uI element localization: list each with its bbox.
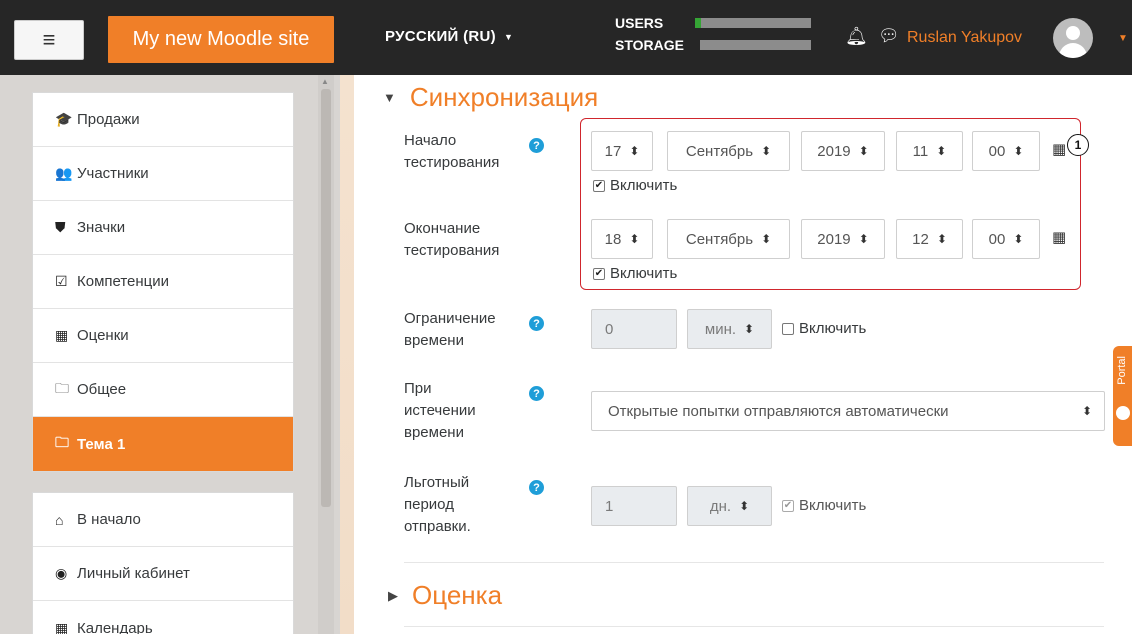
sidebar-item[interactable]: ☑ Компетенции [33, 255, 293, 309]
checkbox-checked-icon[interactable]: ✔ [782, 499, 794, 512]
input-value: 0 [605, 320, 614, 338]
sidebar-item-label: Продажи [77, 111, 140, 128]
sort-arrows-icon: ⬍ [1081, 404, 1092, 418]
section-timing-header[interactable]: ▼ Синхронизация [383, 82, 598, 113]
caret-down-icon: ▼ [383, 90, 396, 105]
time-expire-label: При истечении времени [404, 380, 476, 441]
user-name[interactable]: Ruslan Yakupov [907, 29, 1022, 47]
sidebar-item[interactable]: ⌂ В начало [33, 493, 293, 547]
time-limit-label: Ограничение времени [404, 310, 496, 349]
hamburger-icon[interactable]: ≡ [14, 20, 84, 60]
sidebar-item[interactable]: ▦ Оценки [33, 309, 293, 363]
checkbox-unchecked-icon[interactable] [782, 322, 794, 335]
sidebar-item[interactable]: 👥 Участники [33, 147, 293, 201]
sidebar-item-label: Календарь [77, 619, 153, 634]
check-square-icon: ☑ [55, 273, 68, 289]
home-icon: ⌂ [55, 511, 64, 528]
section-divider [404, 562, 1104, 563]
caret-down-icon[interactable]: ▼ [1118, 33, 1128, 44]
grace-period-unit-select[interactable]: дн. ⬍ [687, 486, 772, 526]
drawer-scrollbar[interactable]: ▲ [318, 75, 334, 634]
section-divider [404, 626, 1104, 627]
table-icon: ▦ [55, 327, 69, 343]
sidebar-item[interactable]: ⛊ Значки [33, 201, 293, 255]
scrollbar-thumb[interactable] [321, 89, 331, 507]
select-value: Открытые попытки отправляются автоматиче… [608, 402, 949, 420]
sidebar-item-label: В начало [77, 511, 141, 528]
folder-icon: 🗀 [55, 434, 69, 450]
site-nav: ⌂ В начало ◉ Личный кабинет ▦ Календарь [32, 492, 294, 634]
callout-highlight-box [580, 118, 1081, 290]
dashboard-icon: ◉ [55, 565, 68, 581]
users-quota-fill [695, 18, 701, 28]
sidebar-item-label: Компетенции [77, 273, 170, 290]
shield-icon: ⛊ [55, 219, 66, 235]
time-limit-input[interactable]: 0 [591, 309, 677, 349]
section-grade-header[interactable]: ▶ Оценка [388, 580, 502, 611]
sidebar-item[interactable]: ◉ Личный кабинет [33, 547, 293, 601]
sidebar-item-label: Тема 1 [77, 435, 126, 453]
caret-down-icon: ▼ [503, 31, 514, 42]
chat-icon[interactable]: 💬︎ [878, 26, 900, 46]
checkbox-label: Включить [799, 497, 867, 514]
graduation-cap-icon: 🎓 [55, 111, 73, 127]
quota-labels: USERS STORAGE [615, 12, 684, 56]
portal-tab-label: Portal [1116, 356, 1128, 385]
sidebar-item-label: Значки [77, 219, 126, 236]
help-icon[interactable]: ? [529, 316, 544, 331]
section-title: Оценка [412, 580, 503, 610]
sort-arrows-icon: ⬍ [739, 499, 750, 513]
users-quota-bar [695, 18, 811, 28]
top-navbar: ≡ My new Moodle site РУССКИЙ (RU) ▼ USER… [0, 0, 1132, 75]
caret-right-icon: ▶ [388, 587, 398, 603]
language-menu[interactable]: РУССКИЙ (RU) ▼ [385, 28, 513, 45]
close-date-label: Окончание тестирования [404, 220, 500, 259]
select-value: дн. [709, 497, 732, 515]
sidebar-item-label: Общее [77, 381, 127, 398]
sidebar-item[interactable]: ▦ Календарь [33, 601, 293, 634]
time-limit-enable-checkbox[interactable]: Включить [782, 320, 866, 337]
course-nav: 🎓 Продажи 👥 Участники ⛊ Значки ☑ Компетенции ▦ Оц… [32, 92, 294, 472]
grace-period-input[interactable]: 1 [591, 486, 677, 526]
sort-arrows-icon: ⬍ [744, 322, 755, 336]
time-expire-select[interactable]: Открытые попытки отправляются автоматиче… [591, 391, 1105, 431]
help-icon[interactable]: ? [529, 138, 544, 153]
users-label: USERS [615, 15, 664, 31]
calendar-icon: ▦ [55, 619, 69, 634]
avatar-head [1066, 26, 1080, 40]
scroll-up-icon[interactable]: ▲ [321, 77, 329, 86]
storage-quota-bar [700, 40, 811, 50]
callout-number-badge: 1 [1067, 134, 1089, 156]
time-limit-unit-select[interactable]: мин. ⬍ [687, 309, 772, 349]
sidebar-item-label: Личный кабинет [77, 565, 190, 582]
folder-icon: 🗀 [55, 379, 69, 396]
input-value: 1 [605, 497, 614, 515]
sidebar-item[interactable]: 🗀 Тема 1 [33, 417, 293, 471]
sidebar-item-label: Участники [77, 165, 149, 182]
checkbox-label: Включить [799, 320, 867, 337]
page-background [340, 75, 354, 634]
grace-period-label: Льготный период отправки. [404, 474, 471, 535]
avatar[interactable] [1053, 18, 1093, 58]
sidebar-item[interactable]: 🎓 Продажи [33, 93, 293, 147]
open-date-label: Начало тестирования [404, 132, 500, 171]
section-title: Синхронизация [409, 82, 599, 112]
select-value: мин. [704, 320, 737, 338]
help-icon[interactable]: ? [529, 480, 544, 495]
portal-tab-icon [1116, 406, 1130, 420]
portal-side-tab[interactable]: Portal [1113, 346, 1132, 446]
avatar-body [1059, 43, 1087, 58]
language-label: РУССКИЙ (RU) [385, 28, 496, 45]
users-icon: 👥 [55, 165, 73, 181]
sidebar-item-label: Оценки [77, 327, 129, 344]
help-icon[interactable]: ? [529, 386, 544, 401]
bell-icon[interactable]: 🔔︎ [845, 26, 868, 47]
sidebar-item[interactable]: 🗀 Общее [33, 363, 293, 417]
site-name-link[interactable]: My new Moodle site [108, 16, 334, 63]
grace-period-enable-checkbox[interactable]: ✔ Включить [782, 497, 866, 514]
storage-label: STORAGE [615, 37, 684, 53]
